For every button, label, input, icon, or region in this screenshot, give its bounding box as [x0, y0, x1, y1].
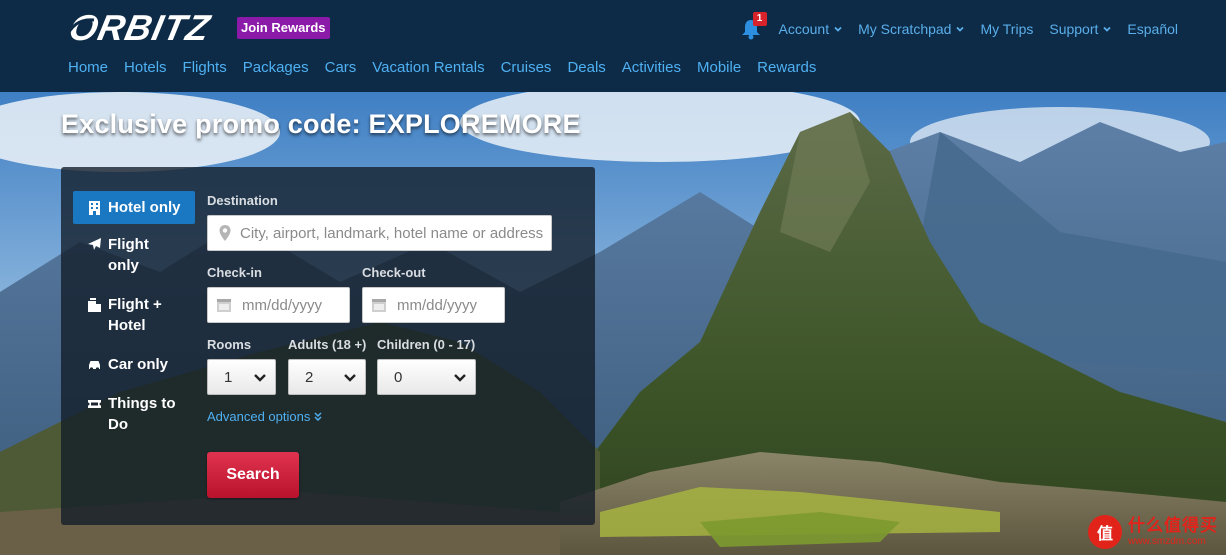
chevron-down-icon: [454, 374, 466, 382]
double-chevron-down-icon: [314, 412, 322, 422]
tab-things-to-do[interactable]: Things to Do: [73, 385, 195, 443]
nav-cars[interactable]: Cars: [317, 58, 365, 78]
hero-banner: Exclusive promo code: EXPLOREMORE Hotel …: [0, 92, 1226, 555]
notification-bell-icon[interactable]: 1: [741, 12, 767, 40]
orbitz-logo[interactable]: ORBITZ: [60, 8, 228, 48]
destination-input[interactable]: City, airport, landmark, hotel name or a…: [207, 215, 552, 251]
adults-label: Adults (18 +): [288, 337, 367, 352]
rooms-value: 1: [224, 368, 233, 386]
chevron-down-icon: [956, 26, 965, 32]
notification-count-badge: 1: [752, 12, 767, 26]
chevron-down-icon: [344, 374, 356, 382]
children-select[interactable]: 0: [377, 359, 476, 395]
children-value: 0: [394, 368, 403, 386]
hotel-icon: [89, 201, 100, 215]
children-label: Children (0 - 17): [377, 337, 476, 352]
nav-cruises[interactable]: Cruises: [493, 58, 560, 78]
join-rewards-badge[interactable]: Join Rewards: [237, 17, 330, 39]
account-menu-label: Account: [778, 21, 830, 37]
smzdm-logo-icon: 值: [1088, 515, 1122, 549]
scratchpad-menu-label: My Scratchpad: [858, 21, 952, 37]
nav-mobile[interactable]: Mobile: [689, 58, 749, 78]
checkin-label: Check-in: [207, 265, 262, 280]
language-label: Español: [1127, 21, 1178, 37]
chevron-down-icon: [1103, 26, 1112, 32]
flight-hotel-icon: [88, 298, 101, 312]
nav-vacation-rentals[interactable]: Vacation Rentals: [364, 58, 492, 78]
checkout-label: Check-out: [362, 265, 426, 280]
account-menu-bar: 1 Account My Scratchpad My Trips Support…: [741, 12, 1178, 40]
tab-things-to-do-label: Things to Do: [108, 395, 176, 433]
destination-placeholder: City, airport, landmark, hotel name or a…: [240, 224, 544, 242]
tab-car-only-label: Car only: [108, 356, 169, 373]
destination-label: Destination: [207, 193, 278, 208]
chevron-down-icon: [254, 374, 266, 382]
scratchpad-menu[interactable]: My Scratchpad: [858, 21, 965, 37]
search-button[interactable]: Search: [207, 452, 299, 498]
calendar-icon: [372, 299, 386, 312]
rooms-label: Rooms: [207, 337, 252, 352]
ticket-icon: [88, 400, 101, 408]
airplane-icon: [88, 238, 101, 250]
tab-flight-hotel-label: Flight + Hotel: [108, 296, 162, 334]
adults-select[interactable]: 2: [288, 359, 366, 395]
advanced-options-label: Advanced options: [207, 409, 311, 424]
tab-hotel-only[interactable]: Hotel only: [73, 191, 195, 224]
nav-deals[interactable]: Deals: [559, 58, 613, 78]
svg-text:ORBITZ: ORBITZ: [66, 8, 215, 48]
nav-hotels[interactable]: Hotels: [116, 58, 175, 78]
nav-rewards[interactable]: Rewards: [749, 58, 824, 78]
smzdm-watermark: 值 什么值得买 www.smzdm.com: [1088, 515, 1218, 549]
nav-flights[interactable]: Flights: [175, 58, 235, 78]
nav-packages[interactable]: Packages: [235, 58, 317, 78]
nav-home[interactable]: Home: [60, 58, 116, 78]
checkout-input[interactable]: mm/dd/yyyy: [362, 287, 505, 323]
chevron-down-icon: [834, 26, 842, 32]
main-nav: Home Hotels Flights Packages Cars Vacati…: [60, 58, 824, 78]
promo-headline: Exclusive promo code: EXPLOREMORE: [61, 109, 581, 139]
tab-hotel-only-label: Hotel only: [108, 199, 181, 216]
my-trips-label: My Trips: [980, 21, 1034, 37]
advanced-options-link[interactable]: Advanced options: [207, 409, 322, 424]
calendar-icon: [217, 299, 231, 312]
watermark-title: 什么值得买: [1128, 516, 1218, 536]
search-type-tabs: Hotel only Flight only Flight + Hotel Ca…: [73, 191, 195, 445]
tab-flight-only-label: Flight only: [108, 236, 149, 274]
account-menu[interactable]: Account: [779, 21, 843, 37]
language-link[interactable]: Español: [1127, 21, 1178, 37]
map-pin-icon: [219, 225, 231, 241]
support-menu-label: Support: [1049, 21, 1099, 37]
nav-activities[interactable]: Activities: [614, 58, 689, 78]
support-menu[interactable]: Support: [1049, 21, 1112, 37]
checkout-placeholder: mm/dd/yyyy: [397, 296, 478, 314]
watermark-subtitle: www.smzdm.com: [1128, 535, 1206, 547]
tab-flight-only[interactable]: Flight only: [73, 226, 195, 284]
tab-car-only[interactable]: Car only: [73, 346, 195, 383]
rooms-select[interactable]: 1: [207, 359, 276, 395]
adults-value: 2: [305, 368, 314, 386]
site-header: ORBITZ Join Rewards 1 Account My Scratch…: [0, 0, 1226, 92]
checkin-placeholder: mm/dd/yyyy: [242, 296, 323, 314]
tab-flight-hotel[interactable]: Flight + Hotel: [73, 286, 195, 344]
my-trips-link[interactable]: My Trips: [980, 21, 1033, 37]
search-panel: Hotel only Flight only Flight + Hotel Ca…: [61, 167, 595, 525]
checkin-input[interactable]: mm/dd/yyyy: [207, 287, 350, 323]
car-icon: [89, 361, 100, 371]
